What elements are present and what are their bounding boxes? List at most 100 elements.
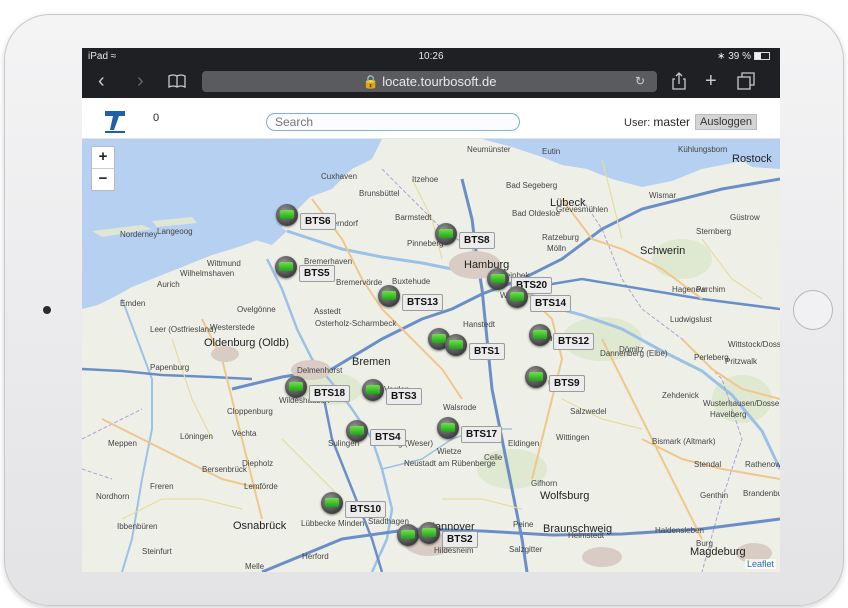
station-label[interactable]: BTS3 bbox=[386, 388, 422, 405]
bookmarks-icon[interactable] bbox=[168, 72, 186, 94]
user-name: master bbox=[653, 115, 691, 129]
city-label: Grevesmühlen bbox=[556, 205, 609, 214]
city-label: Aurich bbox=[157, 280, 180, 289]
station-label[interactable]: BTS18 bbox=[309, 385, 351, 402]
station-label[interactable]: BTS5 bbox=[299, 265, 335, 282]
station-label[interactable]: BTS1 bbox=[469, 343, 505, 360]
forward-icon[interactable]: › bbox=[137, 70, 144, 92]
station-label[interactable]: BTS13 bbox=[402, 294, 444, 311]
user-info: User: master bbox=[624, 115, 690, 129]
city-label: Havelberg bbox=[710, 410, 747, 419]
station-marker[interactable] bbox=[276, 204, 298, 226]
city-label: Gifhorn bbox=[531, 479, 558, 488]
address-bar[interactable]: 🔒 locate.tourbosoft.de ↻ bbox=[202, 71, 657, 92]
city-label: Helmstedt bbox=[568, 531, 605, 540]
station-label[interactable]: BTS2 bbox=[442, 531, 478, 548]
city-label: Peine bbox=[513, 520, 534, 529]
city-label: Lemförde bbox=[244, 482, 278, 491]
station-label[interactable]: BTS6 bbox=[300, 213, 336, 230]
notification-count: 0 bbox=[153, 112, 160, 124]
station-marker[interactable] bbox=[529, 324, 551, 346]
city-label: Wietze bbox=[437, 447, 462, 456]
city-label: Brandenburg an der Havel bbox=[743, 489, 780, 498]
city-label: Schwerin bbox=[640, 245, 686, 257]
search-input[interactable] bbox=[266, 113, 520, 131]
station-marker[interactable] bbox=[321, 492, 343, 514]
station-label[interactable]: BTS8 bbox=[459, 232, 495, 249]
city-label: Emden bbox=[120, 299, 146, 308]
city-label: Cuxhaven bbox=[321, 172, 358, 181]
city-label: Zehdenick bbox=[662, 391, 699, 400]
city-label: Wittmund bbox=[207, 259, 241, 268]
city-label: Haldensleben bbox=[655, 526, 704, 535]
city-label: Papenburg bbox=[150, 363, 190, 372]
city-label: Steinfurt bbox=[142, 547, 172, 556]
station-status-icon bbox=[422, 528, 436, 537]
reload-icon[interactable]: ↻ bbox=[635, 71, 645, 92]
city-label: Brunsbüttel bbox=[359, 189, 400, 198]
station-label[interactable]: BTS4 bbox=[370, 429, 406, 446]
city-label: Hagenow bbox=[672, 285, 706, 294]
user-label: User: bbox=[624, 117, 651, 129]
station-marker[interactable] bbox=[397, 524, 419, 546]
map-view[interactable]: Neumünster Eutin Kühlungsborn Rostock Cuxhav… bbox=[82, 139, 780, 572]
station-marker[interactable] bbox=[418, 522, 440, 544]
battery-percent: 39 % bbox=[728, 51, 751, 62]
map-base-layer bbox=[82, 139, 780, 572]
city-label: Ibbenbüren bbox=[117, 522, 158, 531]
city-label: Lübbecke bbox=[301, 519, 336, 528]
station-status-icon bbox=[439, 229, 453, 238]
station-label[interactable]: BTS10 bbox=[345, 501, 387, 518]
station-label[interactable]: BTS17 bbox=[461, 426, 503, 443]
city-label: Freren bbox=[150, 482, 174, 491]
city-label: Magdeburg bbox=[690, 546, 746, 558]
city-label: Meppen bbox=[108, 439, 137, 448]
station-marker[interactable] bbox=[362, 379, 384, 401]
home-button[interactable] bbox=[793, 290, 833, 330]
city-label: Wusterhausen/Dosse bbox=[703, 399, 780, 408]
station-marker[interactable] bbox=[525, 366, 547, 388]
city-label: Eutin bbox=[542, 147, 561, 156]
station-marker[interactable] bbox=[437, 417, 459, 439]
back-icon[interactable]: ‹ bbox=[98, 70, 105, 92]
logout-button[interactable]: Ausloggen bbox=[695, 114, 757, 130]
city-label: Kühlungsborn bbox=[678, 145, 728, 154]
share-icon[interactable] bbox=[672, 72, 686, 95]
station-marker[interactable] bbox=[445, 334, 467, 356]
station-label[interactable]: BTS12 bbox=[553, 333, 595, 350]
station-marker[interactable] bbox=[275, 256, 297, 278]
station-marker[interactable] bbox=[346, 420, 368, 442]
zoom-control: + − bbox=[91, 146, 115, 191]
leaflet-attribution[interactable]: Leaflet bbox=[744, 559, 776, 569]
city-label: Hanstedt bbox=[463, 320, 496, 329]
station-marker[interactable] bbox=[506, 286, 528, 308]
city-label: Barmstedt bbox=[395, 213, 432, 222]
city-label: Pritzwalk bbox=[725, 357, 758, 366]
zoom-in-button[interactable]: + bbox=[92, 147, 114, 168]
city-label: Asstedt bbox=[314, 307, 341, 316]
station-marker[interactable] bbox=[285, 376, 307, 398]
city-label: Neustadt am Rübenberge bbox=[404, 459, 496, 468]
station-marker[interactable] bbox=[378, 285, 400, 307]
station-status-icon bbox=[449, 340, 463, 349]
city-label: Eldingen bbox=[508, 439, 540, 448]
station-status-icon bbox=[289, 382, 303, 391]
city-label: Rostock bbox=[732, 153, 772, 165]
city-label: Osnabrück bbox=[233, 520, 287, 532]
zoom-out-button[interactable]: − bbox=[92, 168, 114, 190]
bluetooth-icon: ∗ bbox=[717, 51, 726, 62]
city-label: Genthin bbox=[700, 491, 729, 500]
station-status-icon bbox=[510, 292, 524, 301]
station-marker[interactable] bbox=[487, 268, 509, 290]
city-label: Bremen bbox=[352, 356, 391, 368]
station-marker[interactable] bbox=[435, 223, 457, 245]
new-tab-icon[interactable]: + bbox=[705, 70, 717, 92]
ipad-screen: iPad ≈ 10:26 ∗ 39 % ‹ › 🔒 locate.tourbos… bbox=[82, 48, 780, 572]
station-label[interactable]: BTS9 bbox=[549, 375, 585, 392]
station-status-icon bbox=[382, 291, 396, 300]
lock-icon: 🔒 bbox=[362, 74, 379, 89]
station-label[interactable]: BTS14 bbox=[530, 295, 572, 312]
city-label: Rathenow bbox=[745, 460, 780, 469]
tabs-icon[interactable] bbox=[737, 72, 755, 95]
city-label: Cloppenburg bbox=[227, 407, 273, 416]
